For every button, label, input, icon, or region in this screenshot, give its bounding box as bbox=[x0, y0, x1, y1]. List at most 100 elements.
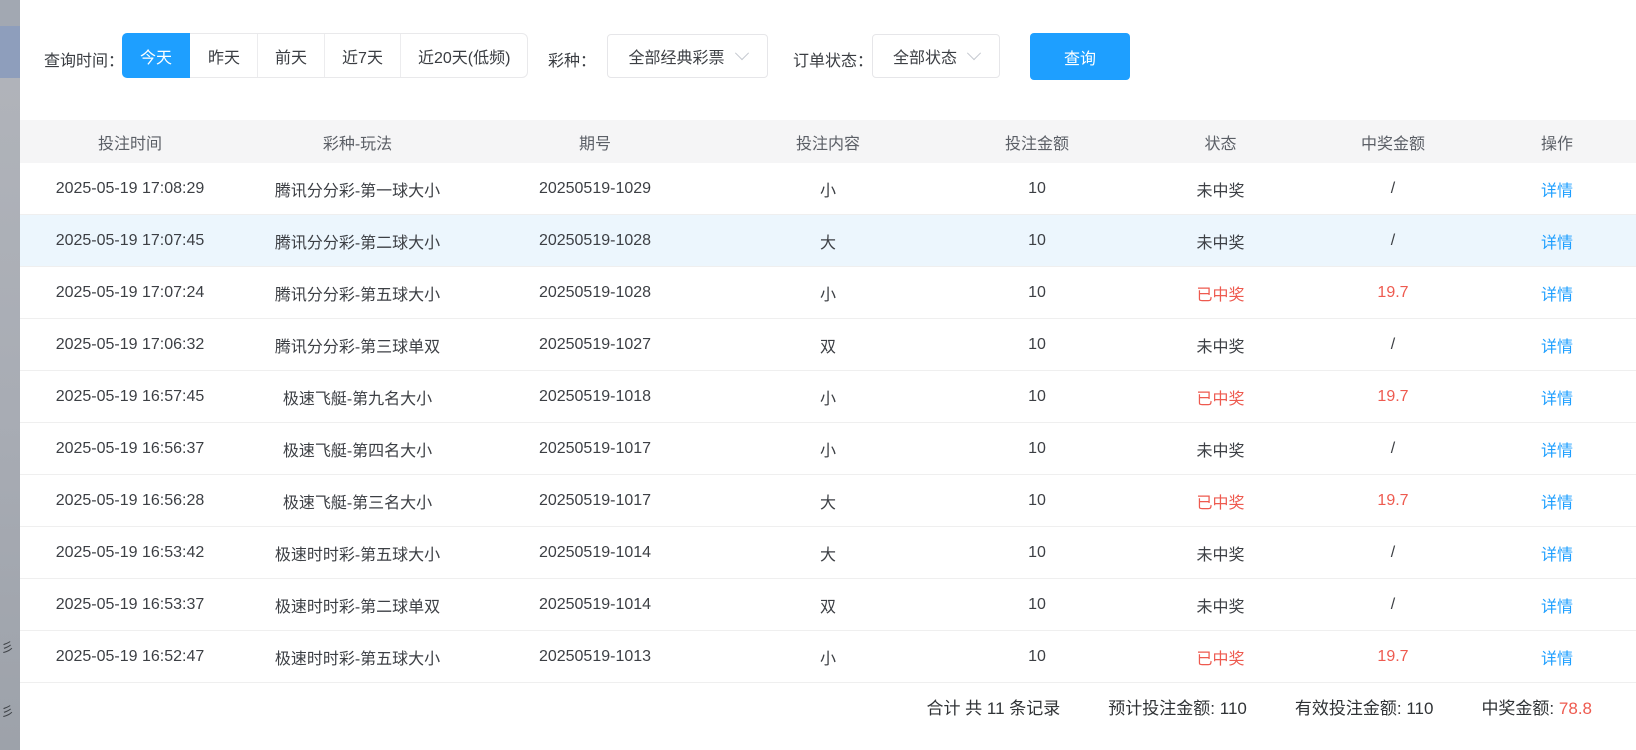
cell-prize: 19.7 bbox=[1308, 475, 1478, 526]
time-filter-label: 查询时间： bbox=[44, 47, 124, 71]
cell-bet-time: 2025-05-19 16:52:47 bbox=[20, 631, 240, 682]
cell-bet-content: 大 bbox=[715, 527, 941, 578]
column-header-4: 投注金额 bbox=[941, 120, 1133, 163]
table-header-row: 投注时间彩种-玩法期号投注内容投注金额状态中奖金额操作 bbox=[20, 120, 1636, 163]
cell-prize: / bbox=[1308, 215, 1478, 266]
cell-bet-content: 小 bbox=[715, 163, 941, 214]
time-option-3[interactable]: 近7天 bbox=[324, 34, 400, 77]
cell-prize: 19.7 bbox=[1308, 631, 1478, 682]
cell-bet-content: 双 bbox=[715, 319, 941, 370]
table-row: 2025-05-19 16:56:37 极速飞艇-第四名大小 20250519-… bbox=[20, 423, 1636, 475]
cell-bet-time: 2025-05-19 16:53:42 bbox=[20, 527, 240, 578]
win-amount-value: 78.8 bbox=[1559, 699, 1592, 718]
cell-action: 详情 bbox=[1478, 579, 1636, 630]
column-header-5: 状态 bbox=[1133, 120, 1308, 163]
cell-issue-number: 20250519-1017 bbox=[475, 475, 715, 526]
cell-bet-time: 2025-05-19 16:56:37 bbox=[20, 423, 240, 474]
table-row: 2025-05-19 16:57:45 极速飞艇-第九名大小 20250519-… bbox=[20, 371, 1636, 423]
cell-lottery-play: 腾讯分分彩-第一球大小 bbox=[240, 163, 475, 214]
detail-link[interactable]: 详情 bbox=[1541, 229, 1573, 253]
cell-status: 已中奖 bbox=[1133, 631, 1308, 682]
order-status-select[interactable]: 全部状态 bbox=[872, 34, 1000, 78]
cell-bet-amount: 10 bbox=[941, 215, 1133, 266]
cell-bet-time: 2025-05-19 16:56:28 bbox=[20, 475, 240, 526]
cell-prize: 19.7 bbox=[1308, 267, 1478, 318]
cell-bet-amount: 10 bbox=[941, 475, 1133, 526]
cell-issue-number: 20250519-1028 bbox=[475, 267, 715, 318]
lottery-type-value: 全部经典彩票 bbox=[628, 44, 724, 68]
cell-bet-content: 小 bbox=[715, 267, 941, 318]
time-option-0[interactable]: 今天 bbox=[122, 33, 190, 78]
detail-link[interactable]: 详情 bbox=[1541, 541, 1573, 565]
cell-lottery-play: 腾讯分分彩-第三球单双 bbox=[240, 319, 475, 370]
cell-lottery-play: 极速飞艇-第三名大小 bbox=[240, 475, 475, 526]
cell-status: 未中奖 bbox=[1133, 423, 1308, 474]
time-option-4[interactable]: 近20天(低频) bbox=[400, 34, 527, 77]
cell-lottery-play: 极速飞艇-第九名大小 bbox=[240, 371, 475, 422]
win-amount: 中奖金额: 78.8 bbox=[1481, 694, 1592, 719]
table-row: 2025-05-19 17:08:29 腾讯分分彩-第一球大小 20250519… bbox=[20, 163, 1636, 215]
lottery-type-select[interactable]: 全部经典彩票 bbox=[607, 34, 768, 78]
sidebar-top-block bbox=[0, 0, 20, 26]
cell-prize: / bbox=[1308, 163, 1478, 214]
cell-lottery-play: 极速时时彩-第五球大小 bbox=[240, 631, 475, 682]
cell-bet-amount: 10 bbox=[941, 371, 1133, 422]
cell-bet-content: 小 bbox=[715, 631, 941, 682]
column-header-6: 中奖金额 bbox=[1308, 120, 1478, 163]
table-row: 2025-05-19 16:56:28 极速飞艇-第三名大小 20250519-… bbox=[20, 475, 1636, 527]
sidebar-text-fragment: 彡 bbox=[1, 641, 19, 654]
detail-link[interactable]: 详情 bbox=[1541, 437, 1573, 461]
column-header-1: 彩种-玩法 bbox=[240, 120, 475, 163]
cell-bet-amount: 10 bbox=[941, 267, 1133, 318]
column-header-3: 投注内容 bbox=[715, 120, 941, 163]
table-row: 2025-05-19 16:53:37 极速时时彩-第二球单双 20250519… bbox=[20, 579, 1636, 631]
detail-link[interactable]: 详情 bbox=[1541, 645, 1573, 669]
cell-action: 详情 bbox=[1478, 423, 1636, 474]
bet-records-table: 投注时间彩种-玩法期号投注内容投注金额状态中奖金额操作 2025-05-19 1… bbox=[20, 120, 1636, 683]
total-records-text: 合计 共 11 条记录 bbox=[926, 694, 1060, 719]
cell-action: 详情 bbox=[1478, 527, 1636, 578]
table-row: 2025-05-19 16:52:47 极速时时彩-第五球大小 20250519… bbox=[20, 631, 1636, 683]
table-row: 2025-05-19 17:07:45 腾讯分分彩-第二球大小 20250519… bbox=[20, 215, 1636, 267]
cell-bet-time: 2025-05-19 17:07:24 bbox=[20, 267, 240, 318]
table-row: 2025-05-19 16:53:42 极速时时彩-第五球大小 20250519… bbox=[20, 527, 1636, 579]
summary-bar: 合计 共 11 条记录 预计投注金额: 110 有效投注金额: 110 中奖金额… bbox=[20, 683, 1636, 729]
cell-issue-number: 20250519-1017 bbox=[475, 423, 715, 474]
cell-status: 未中奖 bbox=[1133, 319, 1308, 370]
cell-bet-amount: 10 bbox=[941, 579, 1133, 630]
cell-action: 详情 bbox=[1478, 371, 1636, 422]
cell-issue-number: 20250519-1018 bbox=[475, 371, 715, 422]
column-header-7: 操作 bbox=[1478, 120, 1636, 163]
cell-issue-number: 20250519-1029 bbox=[475, 163, 715, 214]
cell-status: 未中奖 bbox=[1133, 215, 1308, 266]
cell-issue-number: 20250519-1013 bbox=[475, 631, 715, 682]
detail-link[interactable]: 详情 bbox=[1541, 593, 1573, 617]
search-button[interactable]: 查询 bbox=[1030, 33, 1130, 80]
cell-bet-content: 小 bbox=[715, 371, 941, 422]
cell-action: 详情 bbox=[1478, 475, 1636, 526]
detail-link[interactable]: 详情 bbox=[1541, 385, 1573, 409]
cell-issue-number: 20250519-1027 bbox=[475, 319, 715, 370]
order-status-value: 全部状态 bbox=[893, 44, 957, 68]
cell-lottery-play: 极速时时彩-第二球单双 bbox=[240, 579, 475, 630]
detail-link[interactable]: 详情 bbox=[1541, 281, 1573, 305]
cell-prize: / bbox=[1308, 423, 1478, 474]
cell-action: 详情 bbox=[1478, 267, 1636, 318]
cell-status: 已中奖 bbox=[1133, 475, 1308, 526]
cell-lottery-play: 极速时时彩-第五球大小 bbox=[240, 527, 475, 578]
detail-link[interactable]: 详情 bbox=[1541, 489, 1573, 513]
time-option-2[interactable]: 前天 bbox=[257, 34, 324, 77]
cell-status: 未中奖 bbox=[1133, 579, 1308, 630]
detail-link[interactable]: 详情 bbox=[1541, 177, 1573, 201]
table-row: 2025-05-19 17:06:32 腾讯分分彩-第三球单双 20250519… bbox=[20, 319, 1636, 371]
cell-prize: / bbox=[1308, 527, 1478, 578]
cell-bet-time: 2025-05-19 17:07:45 bbox=[20, 215, 240, 266]
detail-link[interactable]: 详情 bbox=[1541, 333, 1573, 357]
time-option-1[interactable]: 昨天 bbox=[190, 34, 257, 77]
cell-bet-time: 2025-05-19 16:53:37 bbox=[20, 579, 240, 630]
cell-action: 详情 bbox=[1478, 215, 1636, 266]
cell-lottery-play: 极速飞艇-第四名大小 bbox=[240, 423, 475, 474]
cell-bet-amount: 10 bbox=[941, 319, 1133, 370]
cell-bet-time: 2025-05-19 17:08:29 bbox=[20, 163, 240, 214]
cell-bet-amount: 10 bbox=[941, 527, 1133, 578]
